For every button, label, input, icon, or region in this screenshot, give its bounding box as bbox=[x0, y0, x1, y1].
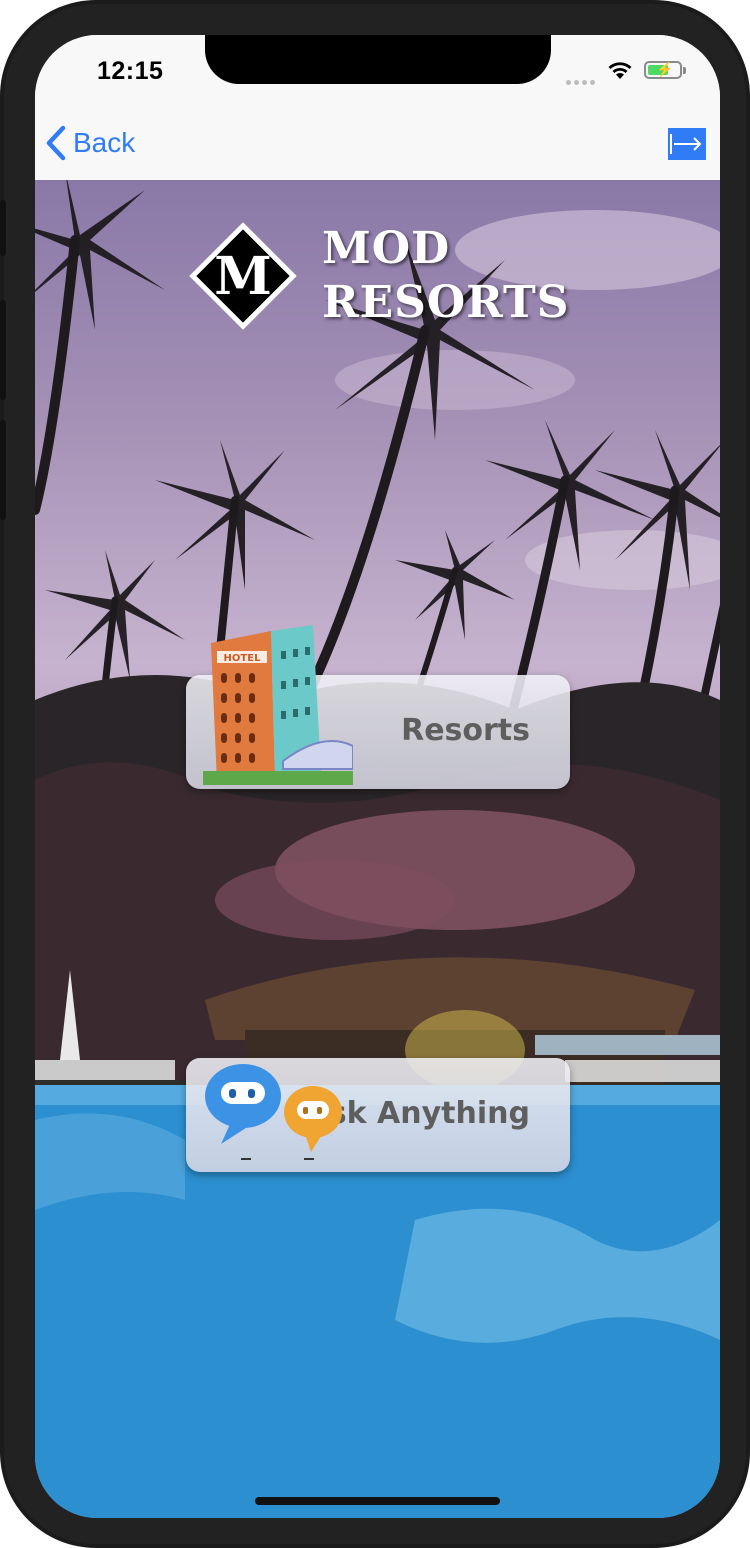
resorts-label: Resorts bbox=[401, 713, 530, 748]
notch bbox=[205, 35, 551, 84]
logout-button[interactable] bbox=[668, 128, 706, 160]
palm-trees-pool-scene bbox=[35, 180, 720, 1518]
back-button[interactable]: Back bbox=[45, 123, 135, 163]
svg-text:HOTEL: HOTEL bbox=[224, 653, 262, 664]
mute-switch bbox=[0, 200, 6, 256]
logo-letter: M bbox=[214, 246, 272, 307]
back-button-label: Back bbox=[73, 127, 136, 158]
chatbot-icon bbox=[205, 1064, 342, 1160]
resort-background-image: M MOD RESORTS Resorts HOTEL Ask Anything bbox=[35, 180, 720, 1518]
device-frame: 12:15 ⚡ Back M MOD RESORTS Resorts HOTEL… bbox=[0, 0, 750, 1548]
navigation-bar: Back bbox=[35, 105, 720, 181]
brand-line-2: RESORTS bbox=[322, 277, 570, 328]
signal-icon bbox=[566, 72, 598, 90]
brand-line-1: MOD bbox=[322, 223, 451, 274]
brand-name: MOD RESORTS bbox=[322, 222, 570, 330]
volume-up-button bbox=[0, 300, 6, 400]
hotel-icon: HOTEL bbox=[203, 625, 353, 785]
screen: 12:15 ⚡ Back M MOD RESORTS Resorts HOTEL… bbox=[35, 35, 720, 1518]
wifi-icon bbox=[608, 62, 632, 79]
battery-icon: ⚡ bbox=[644, 61, 686, 79]
status-time: 12:15 bbox=[97, 57, 164, 85]
status-bar: 12:15 ⚡ bbox=[35, 35, 720, 105]
volume-down-button bbox=[0, 420, 6, 520]
chevron-left-icon bbox=[46, 125, 66, 161]
home-indicator[interactable] bbox=[255, 1497, 500, 1505]
logout-arrow-icon bbox=[670, 134, 702, 154]
mod-resorts-logo-icon: M bbox=[189, 222, 297, 330]
